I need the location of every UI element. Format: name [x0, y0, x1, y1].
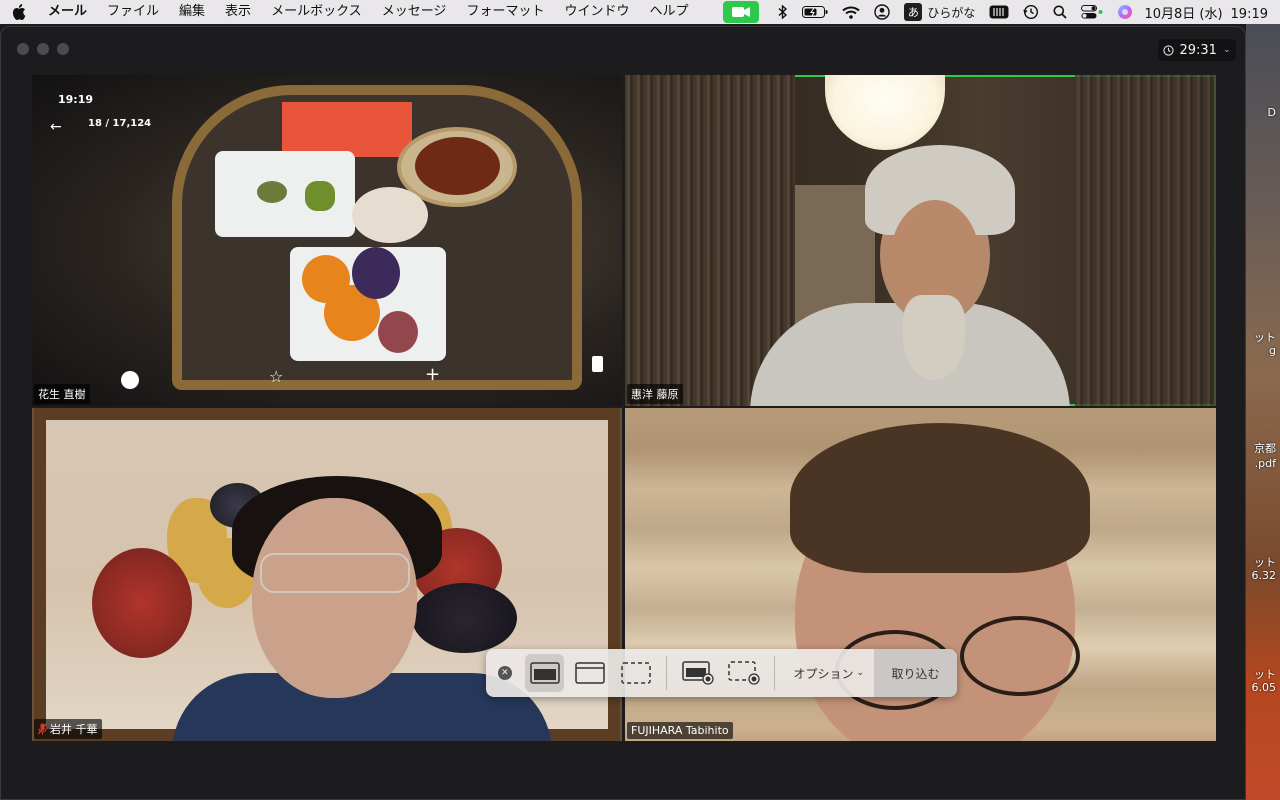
- entire-screen-icon: [529, 662, 560, 684]
- capture-entire-screen-button[interactable]: [524, 654, 565, 692]
- window-icon: [575, 662, 605, 684]
- ime-char: あ: [904, 3, 923, 21]
- user-account-icon[interactable]: [874, 0, 891, 24]
- rice-bowl: [352, 187, 428, 243]
- control-center-icon[interactable]: [1081, 0, 1103, 24]
- meeting-timer[interactable]: 29:31 ⌄: [1158, 39, 1236, 61]
- menu-mailbox[interactable]: メールボックス: [261, 0, 372, 24]
- plus-icon: +: [425, 364, 441, 385]
- desktop-label[interactable]: D: [1246, 106, 1280, 119]
- zoom-video-status-icon[interactable]: [723, 1, 760, 23]
- menu-format[interactable]: フォーマット: [456, 0, 554, 24]
- toolbar-divider: [774, 656, 776, 690]
- participant-glasses: [260, 553, 410, 593]
- input-method[interactable]: あ ひらがな: [904, 0, 975, 24]
- back-arrow-icon: ←: [50, 119, 62, 135]
- video-tile-participant-2-active-speaker[interactable]: 惠洋 藤原: [625, 75, 1216, 406]
- window-minimize-button[interactable]: [37, 43, 49, 55]
- chevron-down-icon: ⌄: [1222, 45, 1231, 55]
- desktop-label[interactable]: ット: [1246, 666, 1280, 682]
- chestnuts: [415, 137, 500, 195]
- desktop-label[interactable]: g: [1246, 344, 1280, 357]
- participant-face: [252, 498, 417, 698]
- clock-time: 19:19: [1230, 6, 1268, 22]
- selection-icon: [620, 662, 651, 684]
- capture-selection-button[interactable]: [616, 654, 656, 692]
- battery-icon[interactable]: [802, 0, 828, 24]
- participant-name-tag: 花生 直樹: [34, 384, 90, 404]
- menu-clock[interactable]: 10月8日 (水) 19:19: [1144, 3, 1268, 22]
- desktop-label[interactable]: 6.32: [1246, 569, 1280, 582]
- clock-icon: [1163, 44, 1175, 56]
- window-close-button[interactable]: [17, 43, 29, 55]
- menu-message[interactable]: メッセージ: [372, 0, 457, 24]
- participant-name-tag: 惠洋 藤原: [627, 384, 683, 404]
- menu-help[interactable]: ヘルプ: [639, 0, 698, 24]
- fig: [378, 311, 418, 353]
- chevron-down-icon: ⌄: [856, 668, 865, 678]
- options-label: オプション: [793, 666, 854, 681]
- siri-icon[interactable]: [1117, 0, 1133, 24]
- participant-name-tag: 岩井 千華: [34, 719, 102, 739]
- participant-name-tag: FUJIHARA Tabihito: [627, 722, 733, 739]
- record-screen-icon: [682, 661, 714, 685]
- status-area: あ ひらがな 10月8日 (水) 19:19: [723, 0, 1280, 24]
- record-selection-icon: [727, 661, 760, 685]
- bluetooth-icon[interactable]: [778, 0, 788, 24]
- menu-view[interactable]: 表示: [215, 0, 261, 24]
- menu-edit[interactable]: 編集: [169, 0, 215, 24]
- bookshelf: [1075, 75, 1216, 406]
- participant-beard: [903, 295, 965, 380]
- painted-red-grapes: [92, 548, 192, 658]
- record-entire-screen-button[interactable]: [678, 654, 718, 692]
- options-menu-button[interactable]: オプション ⌄: [783, 665, 874, 682]
- menu-app-name[interactable]: メール: [38, 0, 97, 24]
- phone-dot-icon: [121, 371, 139, 389]
- spotlight-search-icon[interactable]: [1053, 0, 1068, 24]
- capture-window-button[interactable]: [570, 654, 610, 692]
- herb: [257, 181, 287, 203]
- microphone-muted-icon: [38, 723, 47, 735]
- keyboard-viewer-icon[interactable]: [989, 0, 1009, 24]
- close-toolbar-button[interactable]: ✕: [498, 666, 512, 680]
- painted-dark-grapes: [412, 583, 517, 653]
- desktop-label[interactable]: ット: [1246, 554, 1280, 570]
- apple-menu-icon[interactable]: [0, 4, 38, 20]
- star-icon: ☆: [269, 367, 284, 386]
- phone-status-clock: 19:19: [58, 93, 94, 106]
- record-selection-button[interactable]: [724, 654, 764, 692]
- menu-file[interactable]: ファイル: [97, 0, 169, 24]
- video-tile-participant-1[interactable]: 19:19 18 / 17,124 ← ☆ + 花生 直樹: [32, 75, 622, 406]
- ime-label: ひらがな: [927, 5, 976, 20]
- trash-icon: [592, 356, 603, 372]
- clock-date: 10月8日 (水): [1144, 6, 1223, 22]
- toolbar-divider: [666, 656, 668, 690]
- red-cloth: [282, 102, 412, 157]
- participant-name: 花生 直樹: [38, 388, 86, 401]
- participant-glasses-lens: [960, 616, 1080, 696]
- screenshot-toolbar: ✕ オプション ⌄ 取り込む: [486, 649, 958, 697]
- meeting-timer-value: 29:31: [1179, 42, 1217, 58]
- participant-name: 惠洋 藤原: [631, 388, 679, 401]
- window-fullscreen-button[interactable]: [57, 43, 69, 55]
- participant-name: 岩井 千華: [50, 723, 98, 736]
- desktop-label[interactable]: ット: [1246, 329, 1280, 345]
- ceiling-lamp: [825, 75, 945, 150]
- participant-name: FUJIHARA Tabihito: [631, 724, 729, 737]
- desktop-label[interactable]: .pdf: [1246, 457, 1280, 470]
- photo-counter: 18 / 17,124: [88, 118, 152, 129]
- menu-bar: メール ファイル 編集 表示 メールボックス メッセージ フォーマット ウインド…: [0, 0, 1280, 24]
- desktop-label[interactable]: 京都: [1246, 440, 1280, 456]
- menu-window[interactable]: ウインドウ: [554, 0, 639, 24]
- green-beans: [305, 181, 335, 211]
- participant-hair: [790, 423, 1090, 573]
- wifi-icon[interactable]: [842, 0, 861, 24]
- desktop-background: D ット g 京都 .pdf ット 6.32 ット 6.05: [1246, 24, 1280, 800]
- fig: [352, 247, 400, 299]
- time-machine-icon[interactable]: [1023, 0, 1039, 24]
- desktop-label[interactable]: 6.05: [1246, 681, 1280, 694]
- capture-button[interactable]: 取り込む: [874, 649, 958, 697]
